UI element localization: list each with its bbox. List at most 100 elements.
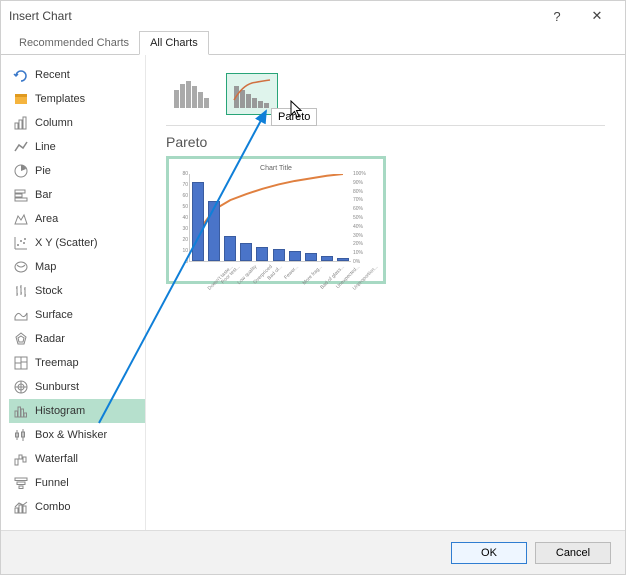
sidebar-item-treemap[interactable]: Treemap — [9, 351, 145, 375]
sidebar-item-label: Combo — [35, 501, 70, 513]
y-tick-label: 50 — [182, 204, 188, 210]
bar — [240, 243, 252, 261]
sidebar-item-label: Line — [35, 141, 56, 153]
sidebar-item-label: Pie — [35, 165, 51, 177]
close-button[interactable]: ✕ — [577, 8, 617, 24]
line-icon — [13, 139, 29, 155]
sidebar-item-label: Box & Whisker — [35, 429, 107, 441]
sidebar-item-label: Recent — [35, 69, 70, 81]
y-tick-label: 40 — [182, 215, 188, 221]
box-whisker-icon — [13, 427, 29, 443]
y-tick-label: 80 — [182, 171, 188, 177]
pie-icon — [13, 163, 29, 179]
pareto-subtype-icon — [232, 78, 272, 110]
title-bar: Insert Chart ? ✕ — [1, 1, 625, 31]
sidebar-item-label: Column — [35, 117, 73, 129]
sidebar-item-label: Area — [35, 213, 58, 225]
sidebar-item-area[interactable]: Area — [9, 207, 145, 231]
sidebar-item-funnel[interactable]: Funnel — [9, 471, 145, 495]
sidebar-item-column[interactable]: Column — [9, 111, 145, 135]
treemap-icon — [13, 355, 29, 371]
sidebar-item-radar[interactable]: Radar — [9, 327, 145, 351]
y-tick-label: 0 — [185, 259, 188, 265]
x-tick-label: More frag... — [301, 264, 323, 286]
bar — [273, 249, 285, 261]
sidebar-item-recent[interactable]: Recent — [9, 63, 145, 87]
column-icon — [13, 115, 29, 131]
bar — [305, 253, 317, 261]
sidebar-item-box-whisker[interactable]: Box & Whisker — [9, 423, 145, 447]
sidebar-item-scatter[interactable]: X Y (Scatter) — [9, 231, 145, 255]
sidebar-item-label: Treemap — [35, 357, 79, 369]
content-area: Recent Templates Column Line Pie Bar Are… — [1, 55, 625, 530]
main-pane: Pareto Pareto Chart Title 01020304050607… — [146, 55, 625, 530]
bar — [224, 236, 236, 261]
bar — [321, 256, 333, 262]
right-y-tick-label: 60% — [353, 206, 363, 212]
sunburst-icon — [13, 379, 29, 395]
right-y-tick-label: 80% — [353, 189, 363, 195]
sidebar-item-bar[interactable]: Bar — [9, 183, 145, 207]
sidebar-item-label: Waterfall — [35, 453, 78, 465]
preview-title: Pareto — [166, 134, 605, 150]
funnel-icon — [13, 475, 29, 491]
sidebar-item-label: Sunburst — [35, 381, 79, 393]
right-y-tick-label: 90% — [353, 180, 363, 186]
sidebar-item-label: Bar — [35, 189, 52, 201]
dialog-title: Insert Chart — [9, 9, 537, 23]
combo-icon — [13, 499, 29, 515]
sidebar-item-histogram[interactable]: Histogram — [9, 399, 145, 423]
chart-title: Chart Title — [175, 165, 377, 174]
bar — [256, 247, 268, 261]
right-y-tick-label: 30% — [353, 233, 363, 239]
sidebar-item-line[interactable]: Line — [9, 135, 145, 159]
sidebar-item-label: X Y (Scatter) — [35, 237, 98, 249]
subtype-pareto[interactable]: Pareto — [226, 73, 278, 115]
insert-chart-dialog: Insert Chart ? ✕ Recommended Charts All … — [0, 0, 626, 575]
bar — [208, 201, 220, 262]
sidebar-item-label: Radar — [35, 333, 65, 345]
y-tick-label: 10 — [182, 248, 188, 254]
sidebar-item-combo[interactable]: Combo — [9, 495, 145, 519]
sidebar-item-pie[interactable]: Pie — [9, 159, 145, 183]
bar — [337, 258, 349, 261]
templates-icon — [13, 91, 29, 107]
chart-category-sidebar: Recent Templates Column Line Pie Bar Are… — [1, 55, 146, 530]
sidebar-item-label: Templates — [35, 93, 85, 105]
sidebar-item-surface[interactable]: Surface — [9, 303, 145, 327]
right-y-tick-label: 40% — [353, 224, 363, 230]
right-y-tick-label: 100% — [353, 171, 366, 177]
right-y-tick-label: 50% — [353, 215, 363, 221]
sidebar-item-map[interactable]: Map — [9, 255, 145, 279]
help-button[interactable]: ? — [537, 9, 577, 24]
area-icon — [13, 211, 29, 227]
right-y-tick-label: 10% — [353, 250, 363, 256]
y-tick-label: 60 — [182, 193, 188, 199]
subtype-tooltip: Pareto — [271, 108, 317, 126]
surface-icon — [13, 307, 29, 323]
sidebar-item-templates[interactable]: Templates — [9, 87, 145, 111]
sidebar-item-label: Stock — [35, 285, 63, 297]
sidebar-item-waterfall[interactable]: Waterfall — [9, 447, 145, 471]
chart-subtype-row: Pareto — [166, 67, 605, 126]
cancel-button[interactable]: Cancel — [535, 542, 611, 564]
recent-icon — [13, 67, 29, 83]
y-tick-label: 20 — [182, 237, 188, 243]
subtype-histogram[interactable] — [166, 73, 218, 115]
tab-all-charts[interactable]: All Charts — [139, 31, 209, 55]
right-y-tick-label: 70% — [353, 197, 363, 203]
histogram-icon — [13, 403, 29, 419]
map-icon — [13, 259, 29, 275]
sidebar-item-label: Funnel — [35, 477, 69, 489]
ok-button[interactable]: OK — [451, 542, 527, 564]
y-tick-label: 70 — [182, 182, 188, 188]
dialog-footer: OK Cancel — [1, 530, 625, 574]
tab-strip: Recommended Charts All Charts — [1, 31, 625, 55]
bar-icon — [13, 187, 29, 203]
tab-recommended[interactable]: Recommended Charts — [9, 32, 139, 54]
sidebar-item-label: Histogram — [35, 405, 85, 417]
sidebar-item-sunburst[interactable]: Sunburst — [9, 375, 145, 399]
bar — [289, 251, 301, 261]
sidebar-item-stock[interactable]: Stock — [9, 279, 145, 303]
chart-preview[interactable]: Chart Title 010203040506070800%10%20%30%… — [166, 156, 386, 284]
